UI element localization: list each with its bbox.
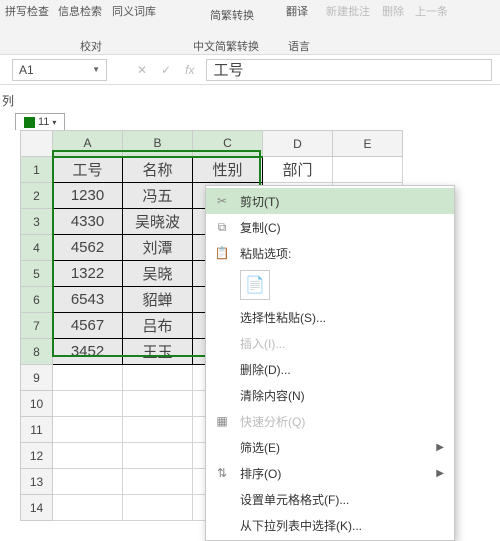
row-header-2[interactable]: 2 (21, 183, 53, 209)
row-header-4[interactable]: 4 (21, 235, 53, 261)
row-header-8[interactable]: 8 (21, 339, 53, 365)
cell[interactable]: 3452 (53, 339, 123, 365)
col-header-B[interactable]: B (123, 131, 193, 157)
col-header-C[interactable]: C (193, 131, 263, 157)
context-menu: ✂ 剪切(T) ⧉ 复制(C) 📋 粘贴选项: 📄 选择性粘贴(S)... 插入… (205, 185, 455, 541)
cell[interactable]: 4567 (53, 313, 123, 339)
col-header-A[interactable]: A (53, 131, 123, 157)
tab-label: 11 (38, 116, 49, 128)
menu-filter[interactable]: 筛选(E) ▶ (206, 434, 454, 460)
cell[interactable]: 王玉 (123, 339, 193, 365)
row-header-1[interactable]: 1 (21, 157, 53, 183)
row-header-7[interactable]: 7 (21, 313, 53, 339)
clipboard-icon: 📋 (214, 246, 230, 260)
row-header-11[interactable]: 11 (21, 417, 53, 443)
menu-quick-analysis[interactable]: ▦ 快速分析(Q) (206, 408, 454, 434)
cell[interactable] (53, 391, 123, 417)
chevron-right-icon: ▶ (436, 468, 444, 479)
chevron-down-icon: ▼ (92, 65, 100, 74)
cell[interactable] (123, 443, 193, 469)
row-header-3[interactable]: 3 (21, 209, 53, 235)
row-header-5[interactable]: 5 (21, 261, 53, 287)
menu-format-cells[interactable]: 设置单元格格式(F)... (206, 486, 454, 512)
row-header-13[interactable]: 13 (21, 469, 53, 495)
row-header-6[interactable]: 6 (21, 287, 53, 313)
ribbon-语言[interactable]: 语言 (288, 38, 310, 54)
cell[interactable] (53, 417, 123, 443)
cell[interactable]: 6543 (53, 287, 123, 313)
row-header-9[interactable]: 9 (21, 365, 53, 391)
chevron-right-icon: ▶ (436, 442, 444, 453)
row-header-14[interactable]: 14 (21, 495, 53, 521)
ribbon-新建批注[interactable]: 新建批注 (326, 3, 370, 19)
ribbon-中文简繁转换[interactable]: 中文简繁转换 (193, 38, 259, 54)
menu-insert[interactable]: 插入(I)... (206, 330, 454, 356)
cell[interactable]: 1230 (53, 183, 123, 209)
menu-cut[interactable]: ✂ 剪切(T) (206, 188, 454, 214)
name-box[interactable]: A1 ▼ (12, 59, 107, 81)
side-label: 列 (2, 92, 14, 109)
workbook-tab[interactable]: 11 ▾ (15, 113, 65, 130)
ribbon-翻译[interactable]: 翻译 (286, 3, 308, 19)
enter-icon: ✓ (161, 63, 171, 77)
cell[interactable]: 4330 (53, 209, 123, 235)
menu-pick-from-list[interactable]: 从下拉列表中选择(K)... (206, 512, 454, 538)
tab-menu-icon: ▾ (52, 118, 56, 127)
formula-value: 工号 (213, 59, 243, 80)
fx-icon: fx (185, 63, 194, 77)
cell[interactable] (53, 469, 123, 495)
cell[interactable] (53, 495, 123, 521)
excel-icon (24, 117, 35, 128)
cell[interactable] (123, 495, 193, 521)
cell[interactable]: 吴晓 (123, 261, 193, 287)
analysis-icon: ▦ (214, 414, 230, 428)
cell[interactable] (53, 365, 123, 391)
row-header-10[interactable]: 10 (21, 391, 53, 417)
menu-clear[interactable]: 清除内容(N) (206, 382, 454, 408)
cell[interactable]: 性别 (193, 157, 263, 183)
cell[interactable]: 吴晓波 (123, 209, 193, 235)
cell[interactable]: 貂蝉 (123, 287, 193, 313)
menu-paste-special[interactable]: 选择性粘贴(S)... (206, 304, 454, 330)
cell[interactable]: 吕布 (123, 313, 193, 339)
ribbon-删除[interactable]: 删除 (382, 3, 404, 19)
cell[interactable]: 冯五 (123, 183, 193, 209)
cancel-icon: ✕ (137, 63, 147, 77)
copy-icon: ⧉ (214, 220, 230, 235)
name-box-value: A1 (19, 63, 34, 77)
cell[interactable] (123, 365, 193, 391)
menu-sort[interactable]: ⇅ 排序(O) ▶ (206, 460, 454, 486)
ribbon-上一条[interactable]: 上一条 (415, 3, 448, 19)
ribbon-同义词库[interactable]: 同义词库 (112, 3, 156, 19)
cell[interactable] (123, 469, 193, 495)
ribbon-拼写检查[interactable]: 拼写检查 (5, 3, 49, 19)
col-header-E[interactable]: E (333, 131, 403, 157)
cell[interactable]: 工号 (53, 157, 123, 183)
cell[interactable] (53, 443, 123, 469)
scissors-icon: ✂ (214, 194, 230, 208)
cell[interactable] (333, 157, 403, 183)
cell[interactable]: 刘潭 (123, 235, 193, 261)
cell[interactable]: 1322 (53, 261, 123, 287)
menu-paste-options-header: 📋 粘贴选项: (206, 240, 454, 266)
menu-copy[interactable]: ⧉ 复制(C) (206, 214, 454, 240)
ribbon-校对[interactable]: 校对 (80, 38, 102, 54)
cell[interactable] (123, 391, 193, 417)
cell[interactable]: 4562 (53, 235, 123, 261)
row-header-12[interactable]: 12 (21, 443, 53, 469)
sort-icon: ⇅ (214, 466, 230, 480)
ribbon-简繁转换[interactable]: 简繁转换 (210, 7, 254, 23)
paste-default-button[interactable]: 📄 (240, 270, 270, 300)
formula-bar[interactable]: 工号 (206, 59, 492, 81)
ribbon-信息检索[interactable]: 信息检索 (58, 3, 102, 19)
cell[interactable]: 名称 (123, 157, 193, 183)
cell[interactable] (123, 417, 193, 443)
cell[interactable]: 部门 (263, 157, 333, 183)
col-header-D[interactable]: D (263, 131, 333, 157)
menu-delete[interactable]: 删除(D)... (206, 356, 454, 382)
